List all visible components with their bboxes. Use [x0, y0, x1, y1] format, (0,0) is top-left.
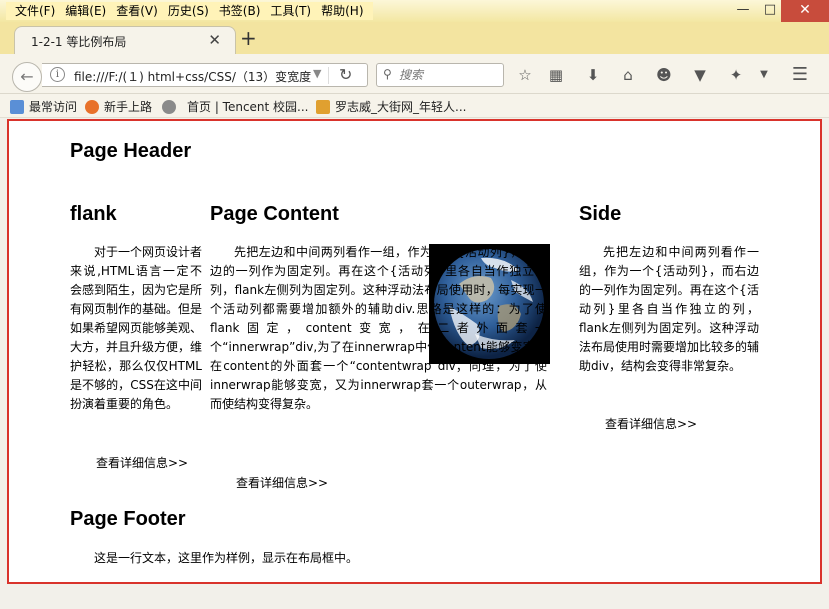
side-title: Side: [579, 203, 622, 225]
menu-list: 文件(F) 编辑(E) 查看(V) 历史(S) 书签(B) 工具(T) 帮助(H…: [6, 2, 373, 20]
flank-text: 对于一个网页设计者来说,HTML语言一定不会感到陌生，因为它是所有网页制作的基础…: [70, 245, 203, 411]
menu-edit[interactable]: 编辑(E): [60, 2, 111, 20]
page-viewport: Page Header flank 对于一个网页设计者来说,HTML语言一定不会…: [7, 119, 822, 584]
globe-icon: [162, 99, 176, 114]
search-input[interactable]: [399, 67, 499, 83]
close-window-button[interactable]: ✕: [781, 0, 829, 22]
tab-title: 1-2-1 等比例布局: [31, 35, 127, 49]
url-separator: [328, 67, 329, 84]
side-more-link[interactable]: 查看详细信息>>: [605, 415, 697, 432]
page-header: Page Header: [70, 140, 192, 162]
content-title: Page Content: [210, 203, 339, 225]
search-icon: ⚲: [383, 67, 392, 81]
footer-title: Page Footer: [70, 508, 186, 530]
menu-view[interactable]: 查看(V): [111, 2, 163, 20]
new-tab-button[interactable]: +: [240, 26, 257, 50]
firefox-icon: [85, 99, 99, 114]
pocket-icon[interactable]: ▼: [689, 64, 711, 86]
bookmark-label: 罗志威_大街网_年轻人...: [335, 100, 467, 114]
menu-history[interactable]: 历史(S): [163, 2, 214, 20]
site-info-icon[interactable]: i: [50, 67, 65, 82]
bookmarks-bar: 最常访问 新手上路 首页 | Tencent 校园... 罗志威_大街网_年轻人…: [0, 94, 829, 118]
menu-help[interactable]: 帮助(H): [316, 2, 368, 20]
url-text[interactable]: file:///F:/(１) html+css/CSS/（13）变宽度: [74, 68, 314, 85]
bookmark-tencent[interactable]: 首页 | Tencent 校园...: [162, 98, 309, 115]
bookmark-getting-started[interactable]: 新手上路: [85, 98, 152, 115]
back-button[interactable]: ←: [12, 62, 42, 92]
menu-file[interactable]: 文件(F): [10, 2, 60, 20]
reload-icon[interactable]: ↻: [339, 65, 352, 84]
bookmark-star-icon[interactable]: ☆: [514, 64, 536, 86]
footer-text: 这是一行文本，这里作为样例，显示在布局框中。: [94, 551, 359, 565]
folder-icon: [10, 99, 24, 114]
download-icon[interactable]: ⬇: [582, 64, 604, 86]
bookmark-label: 新手上路: [104, 100, 153, 114]
menu-bookmarks[interactable]: 书签(B): [214, 2, 266, 20]
url-dropdown-icon[interactable]: ▼: [313, 67, 321, 80]
bookmark-dajie[interactable]: 罗志威_大街网_年轻人...: [316, 98, 466, 115]
content-text: 先把左边和中间两列看作一组，作为一个{活动列}，而右边的一列作为固定列。再在这个…: [210, 245, 547, 411]
content-more-link[interactable]: 查看详细信息>>: [236, 474, 328, 491]
tab-strip: 1-2-1 等比例布局 ✕: [0, 22, 829, 54]
flank-title: flank: [70, 203, 117, 225]
bookmark-label: 最常访问: [29, 100, 78, 114]
bookmark-most-visited[interactable]: 最常访问: [10, 98, 77, 115]
status-bar: [0, 584, 829, 609]
reading-list-icon[interactable]: ▦: [545, 64, 567, 86]
emoji-icon[interactable]: ☻: [653, 64, 675, 86]
menu-tools[interactable]: 工具(T): [265, 2, 316, 20]
side-text: 先把左边和中间两列看作一组，作为一个{活动列}，而右边的一列作为固定列。再在这个…: [579, 245, 760, 373]
tab-active[interactable]: 1-2-1 等比例布局 ✕: [14, 26, 236, 54]
home-icon[interactable]: ⌂: [617, 64, 639, 86]
menu-bar: 文件(F) 编辑(E) 查看(V) 历史(S) 书签(B) 工具(T) 帮助(H…: [0, 0, 829, 22]
search-box[interactable]: ⚲: [376, 63, 504, 87]
extension-dropdown-icon[interactable]: ▼: [753, 64, 775, 86]
hamburger-menu-icon[interactable]: ☰: [789, 64, 811, 86]
bookmark-label: 首页 | Tencent 校园...: [187, 100, 309, 114]
tab-close-icon[interactable]: ✕: [208, 31, 221, 49]
flank-more-link[interactable]: 查看详细信息>>: [96, 454, 188, 471]
extension-icon[interactable]: ✦: [725, 64, 747, 86]
url-bar[interactable]: i file:///F:/(１) html+css/CSS/（13）变宽度 ▼ …: [42, 63, 368, 87]
site-icon: [316, 99, 330, 114]
